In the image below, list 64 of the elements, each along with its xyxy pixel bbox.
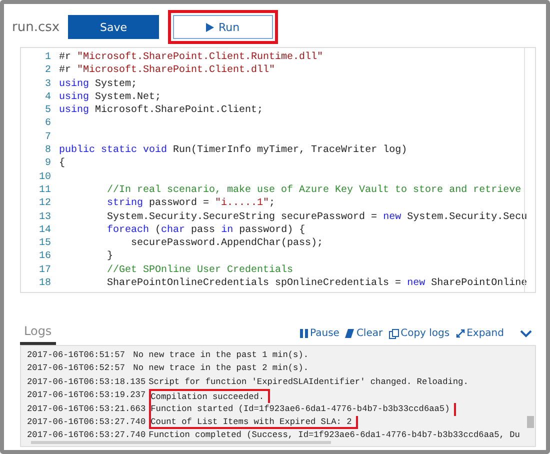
scrollbar-thumb[interactable] bbox=[527, 416, 534, 428]
code-line: } bbox=[106, 250, 114, 264]
line-number: 12 bbox=[38, 197, 52, 211]
log-time: 2017-06-16T06:53:21.663 bbox=[27, 402, 147, 416]
code-line: using System.Net; bbox=[59, 90, 162, 104]
log-message: Compilation succeeded. bbox=[148, 389, 270, 403]
log-message: Count of List Items with Expired SLA: 2 bbox=[148, 416, 358, 430]
line-number: 15 bbox=[38, 237, 52, 250]
copy-logs-button[interactable]: Copy logs bbox=[388, 328, 450, 339]
copy-icon bbox=[388, 328, 399, 338]
log-time: 2017-06-16T06:53:27.740 bbox=[27, 429, 147, 442]
log-time: 2017-06-16T06:53:19.237 bbox=[27, 389, 147, 402]
log-message: No new trace in the past 2 min(s). bbox=[132, 362, 308, 376]
line-number: 4 bbox=[44, 90, 52, 104]
line-number: 17 bbox=[38, 264, 52, 278]
code-line: securePassword.AppendChar(pass); bbox=[130, 237, 324, 250]
line-number: 7 bbox=[44, 130, 52, 144]
code-line: public static void Run(TimerInfo myTimer, TraceWriter log) bbox=[59, 144, 408, 158]
play-icon bbox=[206, 22, 214, 32]
code-line: SharePointOnlineCredentials spOnlineCredentials = new SharePointOnline bbox=[106, 277, 528, 290]
code-line: #r "Microsoft.SharePoint.Client.dll" bbox=[59, 64, 276, 78]
scrollbar-thumb[interactable] bbox=[31, 441, 331, 444]
code-line: { bbox=[59, 157, 66, 171]
line-number: 14 bbox=[38, 224, 52, 238]
code-line: foreach (char pass in password) { bbox=[106, 224, 306, 238]
line-number: 3 bbox=[44, 78, 52, 91]
line-number: 10 bbox=[38, 170, 52, 184]
file-name: run.csx bbox=[12, 20, 61, 34]
line-number: 2 bbox=[44, 64, 52, 78]
log-message: No new trace in the past 1 min(s). bbox=[132, 349, 308, 362]
line-number: 9 bbox=[44, 157, 52, 171]
line-number: 16 bbox=[38, 250, 52, 264]
pause-button[interactable]: Pause bbox=[300, 328, 340, 339]
code-line: //In real scenario, make use of Azure Key Vault to store and retrieve bbox=[106, 184, 522, 198]
expand-icon bbox=[456, 329, 465, 338]
log-time: 2017-06-16T06:53:18.135 bbox=[27, 376, 147, 389]
run-button[interactable]: Run bbox=[173, 15, 273, 39]
chevron-down-icon bbox=[520, 330, 532, 338]
log-message: Script for function 'ExpiredSLAIdentifier' changed. Reloading. bbox=[148, 376, 468, 389]
clear-button[interactable]: Clear bbox=[345, 328, 383, 339]
pause-icon bbox=[300, 329, 308, 338]
code-line: #r "Microsoft.SharePoint.Client.Runtime.dll" bbox=[59, 51, 324, 64]
code-line: System.Security.SecureString securePassword = new System.Security.Secu bbox=[106, 210, 528, 224]
code-line: using System; bbox=[59, 78, 138, 91]
line-number: 13 bbox=[38, 210, 52, 224]
line-number: 8 bbox=[44, 144, 52, 158]
line-number: 6 bbox=[44, 117, 52, 131]
log-time: 2017-06-16T06:51:57 bbox=[27, 349, 126, 362]
log-time: 2017-06-16T06:53:27.740 bbox=[27, 416, 147, 429]
eraser-icon bbox=[345, 329, 354, 338]
code-line: string password = "i.....1"; bbox=[106, 197, 276, 211]
code-line: //Get SPOnline User Credentials bbox=[106, 264, 294, 278]
line-number: 5 bbox=[44, 104, 52, 118]
log-message: Function completed (Success, Id=1f923ae6-6da1-4776-b4b7-b3b33ccd6aa5, Du bbox=[148, 429, 520, 442]
line-number: 11 bbox=[38, 184, 52, 198]
save-button[interactable]: Save bbox=[68, 15, 159, 39]
line-number: 18 bbox=[38, 277, 52, 290]
expand-button[interactable]: Expand bbox=[456, 328, 504, 339]
code-line: using Microsoft.SharePoint.Client; bbox=[59, 104, 264, 118]
line-number: 1 bbox=[44, 51, 52, 64]
code-editor[interactable] bbox=[20, 47, 536, 293]
log-message: Function started (Id=1f923ae6-6da1-4776-b4b7-b3b33ccd6aa5) bbox=[148, 402, 456, 416]
collapse-button[interactable] bbox=[520, 330, 532, 338]
log-time: 2017-06-16T06:52:57 bbox=[27, 362, 126, 376]
